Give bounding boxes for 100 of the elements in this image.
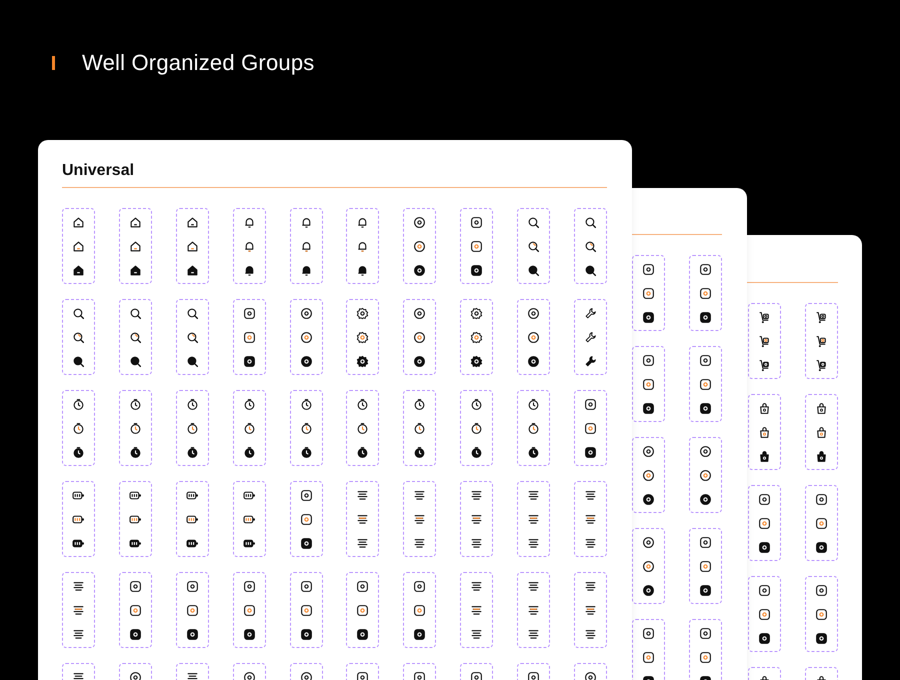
circle-icon [413, 216, 426, 229]
battery-icon [242, 513, 256, 526]
text-lines-icon [356, 489, 370, 502]
rounded-square-icon [242, 580, 256, 593]
clock-icon [128, 422, 142, 435]
shopping-bag-icon [758, 450, 771, 463]
circle-icon [642, 493, 655, 506]
clock-icon [470, 446, 484, 459]
rounded-square-icon [699, 402, 712, 415]
clock-icon [72, 398, 85, 411]
circle-icon [642, 445, 655, 458]
rounded-square-icon [758, 632, 771, 645]
search-icon [527, 240, 540, 253]
clock-icon [470, 422, 484, 435]
search-icon [584, 240, 597, 253]
rounded-square-icon [242, 331, 256, 344]
circle-icon [300, 355, 312, 368]
battery-icon [128, 513, 142, 526]
clock-icon [356, 422, 370, 435]
shopping-bag-icon [815, 402, 828, 415]
search-icon [527, 216, 540, 229]
text-lines-icon [413, 489, 426, 502]
page-title: Well Organized Groups [82, 50, 314, 76]
clock-icon [527, 398, 540, 411]
circle-icon [527, 307, 540, 320]
bell-icon [242, 264, 256, 277]
clock-icon [527, 422, 540, 435]
rounded-square-icon [470, 240, 484, 253]
bell-icon [300, 240, 312, 253]
gear-icon [356, 307, 370, 320]
clock-icon [300, 422, 312, 435]
home-icon [186, 240, 199, 253]
text-lines-icon [527, 628, 540, 641]
rounded-square-icon [815, 541, 828, 554]
accent-bar [52, 56, 55, 70]
rounded-square-icon [699, 584, 712, 597]
clock-icon [72, 446, 85, 459]
home-icon [128, 264, 142, 277]
text-lines-icon [72, 580, 85, 593]
wrench-icon [584, 355, 597, 368]
circle-icon [300, 331, 312, 344]
gear-icon [356, 331, 370, 344]
search-icon [186, 307, 199, 320]
rounded-square-icon [242, 307, 256, 320]
rounded-square-icon [242, 355, 256, 368]
rounded-square-icon [584, 446, 597, 459]
text-lines-icon [470, 580, 484, 593]
rounded-square-icon [699, 378, 712, 391]
sheet-title: Universal [62, 161, 136, 181]
rounded-square-icon [642, 311, 655, 324]
text-lines-icon [584, 513, 597, 526]
gear-icon [356, 355, 370, 368]
clock-icon [356, 398, 370, 411]
text-lines-icon [470, 513, 484, 526]
cart-icon [815, 335, 828, 348]
bell-icon [356, 264, 370, 277]
home-icon [186, 216, 199, 229]
rounded-square-icon [699, 263, 712, 276]
clock-icon [356, 446, 370, 459]
rounded-square-icon [699, 311, 712, 324]
gear-icon [470, 331, 484, 344]
rounded-square-icon [300, 604, 312, 617]
circle-icon [642, 560, 655, 573]
text-lines-icon [584, 628, 597, 641]
rounded-square-icon [642, 263, 655, 276]
clock-icon [527, 446, 540, 459]
clock-icon [186, 422, 199, 435]
search-icon [186, 331, 199, 344]
circle-icon [413, 307, 426, 320]
clock-icon [242, 398, 256, 411]
clock-icon [413, 422, 426, 435]
home-icon [186, 264, 199, 277]
circle-icon [699, 469, 712, 482]
clock-icon [128, 398, 142, 411]
bell-icon [300, 216, 312, 229]
battery-icon [72, 489, 85, 502]
text-lines-icon [356, 537, 370, 550]
search-icon [584, 264, 597, 277]
battery-icon [128, 489, 142, 502]
circle-icon [642, 536, 655, 549]
text-lines-icon [470, 604, 484, 617]
battery-icon [186, 537, 199, 550]
clock-icon [242, 422, 256, 435]
rounded-square-icon [186, 580, 199, 593]
rounded-square-icon [758, 541, 771, 554]
battery-icon [128, 537, 142, 550]
wrench-icon [584, 307, 597, 320]
rounded-square-icon [642, 627, 655, 640]
clock-icon [300, 398, 312, 411]
text-lines-icon [584, 537, 597, 550]
text-lines-icon [413, 513, 426, 526]
text-lines-icon [584, 604, 597, 617]
text-lines-icon [527, 513, 540, 526]
search-icon [128, 331, 142, 344]
clock-icon [186, 398, 199, 411]
search-icon [72, 355, 85, 368]
search-icon [527, 264, 540, 277]
circle-icon [413, 240, 426, 253]
bell-icon [356, 240, 370, 253]
search-icon [584, 216, 597, 229]
